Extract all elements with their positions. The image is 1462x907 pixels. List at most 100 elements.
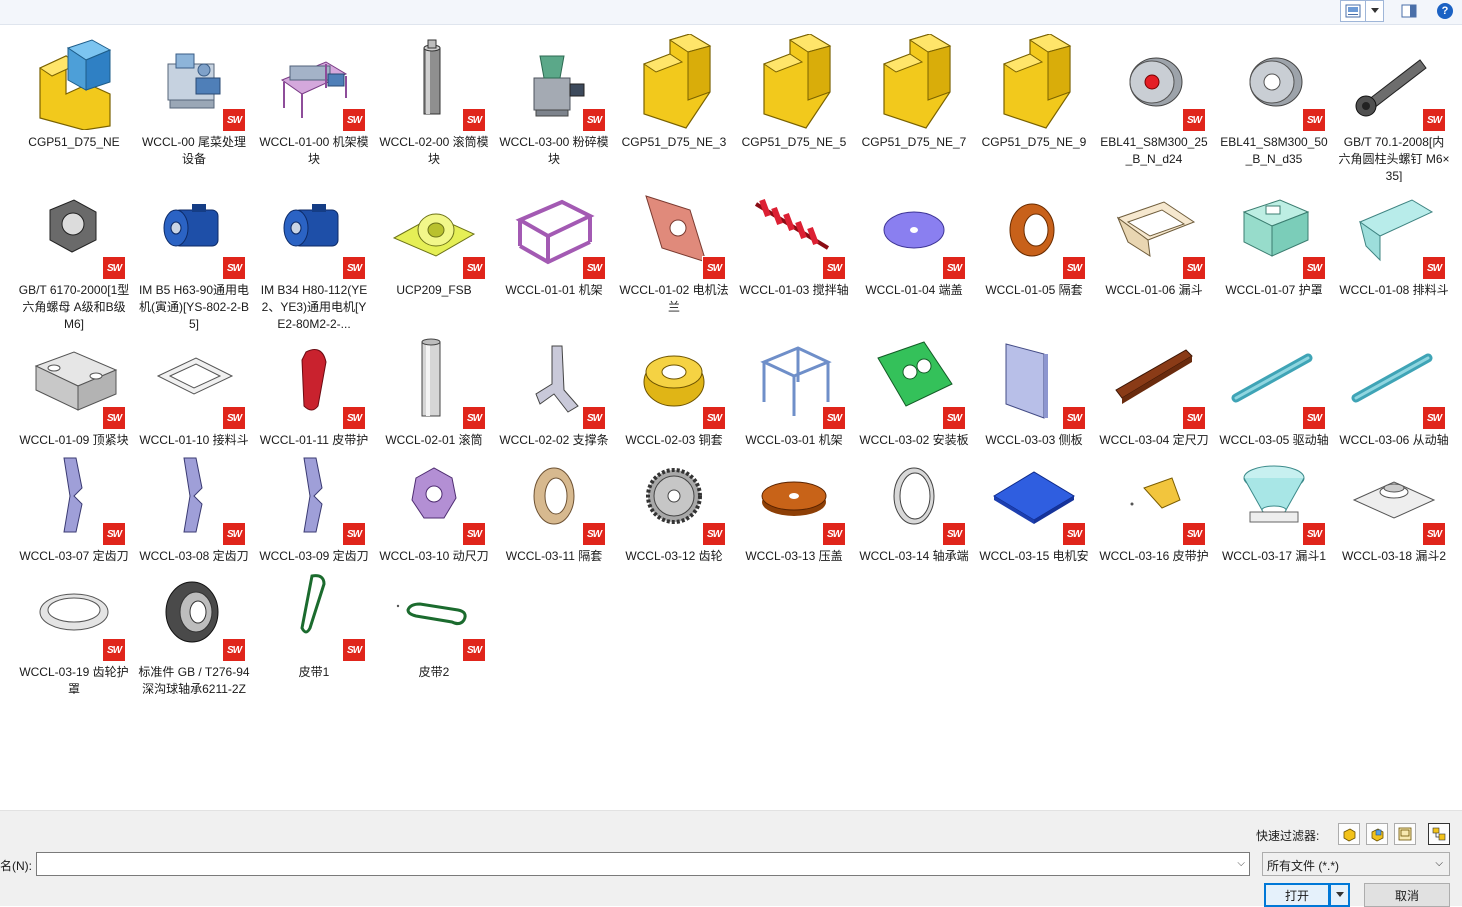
solidworks-badge-icon: SW xyxy=(942,256,966,280)
file-item[interactable]: SW WCCL-01-00 机架模块 xyxy=(254,34,374,182)
file-item[interactable]: SW WCCL-03-11 隔套 xyxy=(494,448,614,564)
solidworks-badge-icon: SW xyxy=(702,256,726,280)
file-item[interactable]: SW WCCL-01-03 搅拌轴 xyxy=(734,182,854,332)
file-item[interactable]: SW WCCL-03-12 齿轮 xyxy=(614,448,734,564)
file-item[interactable]: SW WCCL-01-10 接料斗 xyxy=(134,332,254,448)
file-name-label: CGP51_D75_NE_3 xyxy=(621,135,727,149)
file-item[interactable]: SW WCCL-01-11 皮带护罩 xyxy=(254,332,374,448)
file-item[interactable]: SW WCCL-03-19 齿轮护罩 xyxy=(14,564,134,694)
file-item[interactable]: SW GB/T 70.1-2008[内六角圆柱头螺钉 M6×35] xyxy=(1334,34,1454,182)
filter-assemblies-icon[interactable] xyxy=(1366,823,1388,845)
file-item[interactable]: SW WCCL-03-08 定齿刀2 xyxy=(134,448,254,564)
file-item[interactable]: SW WCCL-03-03 侧板 xyxy=(974,332,1094,448)
file-item[interactable]: SW WCCL-02-02 支撑条 xyxy=(494,332,614,448)
chevron-down-icon[interactable] xyxy=(1366,0,1384,22)
solidworks-badge-icon: SW xyxy=(1182,108,1206,132)
thumbnail-view-icon[interactable] xyxy=(1340,0,1366,22)
file-item[interactable]: SW WCCL-01-01 机架 xyxy=(494,182,614,332)
file-name-label: WCCL-01-00 机架模块 xyxy=(259,135,369,166)
file-item[interactable]: SW WCCL-03-13 压盖 xyxy=(734,448,854,564)
file-thumbnail: SW xyxy=(386,332,486,430)
solidworks-badge-icon: SW xyxy=(1302,406,1326,430)
file-item[interactable]: SW WCCL-02-01 滚筒 xyxy=(374,332,494,448)
filetype-value: 所有文件 (*.*) xyxy=(1267,859,1340,873)
file-item[interactable]: SW WCCL-03-14 轴承端盖 xyxy=(854,448,974,564)
file-item[interactable]: SW WCCL-03-07 定齿刀 xyxy=(14,448,134,564)
file-thumbnail: SW xyxy=(1346,332,1446,430)
file-thumbnail: SW xyxy=(986,182,1086,280)
file-thumbnail: SW xyxy=(26,448,126,546)
file-name-label: 皮带1 xyxy=(298,665,330,679)
file-item[interactable]: SW WCCL-03-18 漏斗2 xyxy=(1334,448,1454,564)
file-item[interactable]: SW WCCL-02-00 滚筒模块 xyxy=(374,34,494,182)
filter-toplevel-icon[interactable] xyxy=(1428,823,1450,845)
file-item[interactable]: SW WCCL-01-04 端盖 xyxy=(854,182,974,332)
file-name-label: GB/T 6170-2000[1型六角螺母 A级和B级 M6] xyxy=(18,283,130,331)
file-thumbnail: SW xyxy=(506,34,606,132)
file-thumbnail: SW xyxy=(386,448,486,546)
filename-input[interactable]: ⌵ xyxy=(36,852,1250,876)
file-item[interactable]: SW WCCL-03-02 安装板 xyxy=(854,332,974,448)
file-item[interactable]: SW WCCL-02-03 铜套 xyxy=(614,332,734,448)
file-item[interactable]: SW WCCL-01-07 护罩 xyxy=(1214,182,1334,332)
file-item[interactable]: CGP51_D75_NE_5 xyxy=(734,34,854,182)
file-item[interactable]: SW WCCL-03-00 粉碎模块 xyxy=(494,34,614,182)
file-item[interactable]: SW 皮带1 xyxy=(254,564,374,694)
solidworks-badge-icon: SW xyxy=(342,406,366,430)
file-thumbnail xyxy=(866,34,962,130)
file-dialog-footer: 快速过滤器: 名(N): ⌵ 所有文件 (*.*) ⌵ 打开 取消 xyxy=(0,810,1462,907)
file-item[interactable]: SW WCCL-03-05 驱动轴 xyxy=(1214,332,1334,448)
file-item[interactable]: SW WCCL-03-15 电机安装板 xyxy=(974,448,1094,564)
file-item[interactable]: SW WCCL-01-02 电机法兰 xyxy=(614,182,734,332)
file-item[interactable]: SW WCCL-03-10 动尺刀 xyxy=(374,448,494,564)
file-item[interactable]: SW WCCL-03-09 定齿刀3 xyxy=(254,448,374,564)
file-item[interactable]: SW WCCL-03-06 从动轴 xyxy=(1334,332,1454,448)
file-item[interactable]: SW WCCL-01-06 漏斗 xyxy=(1094,182,1214,332)
file-item[interactable]: SW WCCL-03-01 机架 xyxy=(734,332,854,448)
file-name-label: WCCL-02-01 滚筒 xyxy=(385,433,483,447)
file-name-label: WCCL-00 尾菜处理设备 xyxy=(141,135,246,166)
file-thumbnail: SW xyxy=(1226,182,1326,280)
file-item[interactable]: SW WCCL-03-16 皮带护罩 xyxy=(1094,448,1214,564)
chevron-down-icon[interactable]: ⌵ xyxy=(1237,858,1245,869)
file-item[interactable]: SW WCCL-01-05 隔套 xyxy=(974,182,1094,332)
file-item[interactable]: CGP51_D75_NE_9 xyxy=(974,34,1094,182)
file-item[interactable]: SW UCP209_FSB xyxy=(374,182,494,332)
file-item[interactable]: SW WCCL-01-09 顶紧块 xyxy=(14,332,134,448)
filter-parts-icon[interactable] xyxy=(1338,823,1360,845)
file-thumbnail xyxy=(26,34,122,130)
file-item[interactable]: SW WCCL-01-08 排料斗 xyxy=(1334,182,1454,332)
file-item[interactable]: SW GB/T 6170-2000[1型六角螺母 A级和B级 M6] xyxy=(14,182,134,332)
filetype-select[interactable]: 所有文件 (*.*) ⌵ xyxy=(1262,852,1450,876)
file-name-label: WCCL-03-07 定齿刀 xyxy=(19,549,129,563)
file-thumbnail: SW xyxy=(866,182,966,280)
file-thumbnail: SW xyxy=(146,564,246,662)
file-item[interactable]: SW IM B5 H63-90通用电机(寅通)[YS-802-2-B5] xyxy=(134,182,254,332)
file-item[interactable]: SW IM B34 H80-112(YE2、YE3)通用电机[YE2-80M2-2… xyxy=(254,182,374,332)
file-item[interactable]: SW 标准件 GB / T276-94深沟球轴承6211-2Z xyxy=(134,564,254,694)
preview-pane-icon[interactable] xyxy=(1398,0,1420,22)
file-item[interactable]: SW WCCL-03-04 定尺刀支撑 xyxy=(1094,332,1214,448)
file-name-label: CGP51_D75_NE_5 xyxy=(741,135,847,149)
filter-drawings-icon[interactable] xyxy=(1394,823,1416,845)
help-icon[interactable]: ? xyxy=(1434,0,1456,22)
file-item[interactable]: SW WCCL-03-17 漏斗1 xyxy=(1214,448,1334,564)
file-item[interactable]: SW 皮带2 xyxy=(374,564,494,694)
file-item[interactable]: SW EBL41_S8M300_25_B_N_d24 xyxy=(1094,34,1214,182)
file-name-label: EBL41_S8M300_50_B_N_d35 xyxy=(1220,135,1328,166)
file-item[interactable]: CGP51_D75_NE_7 xyxy=(854,34,974,182)
file-thumbnail: SW xyxy=(626,448,726,546)
file-thumbnail: SW xyxy=(986,448,1086,546)
file-name-label: WCCL-03-08 定齿刀2 xyxy=(139,549,249,563)
open-button[interactable]: 打开 xyxy=(1264,883,1330,907)
file-thumbnail: SW xyxy=(266,564,366,662)
open-options-dropdown[interactable] xyxy=(1330,883,1350,907)
toolbar: ? xyxy=(0,0,1462,25)
file-item[interactable]: CGP51_D75_NE_3 xyxy=(614,34,734,182)
file-name-label: WCCL-03-03 侧板 xyxy=(985,433,1083,447)
cancel-button[interactable]: 取消 xyxy=(1364,883,1450,907)
file-item[interactable]: CGP51_D75_NE xyxy=(14,34,134,182)
file-item[interactable]: SW WCCL-00 尾菜处理设备 xyxy=(134,34,254,182)
solidworks-badge-icon: SW xyxy=(222,406,246,430)
file-item[interactable]: SW EBL41_S8M300_50_B_N_d35 xyxy=(1214,34,1334,182)
